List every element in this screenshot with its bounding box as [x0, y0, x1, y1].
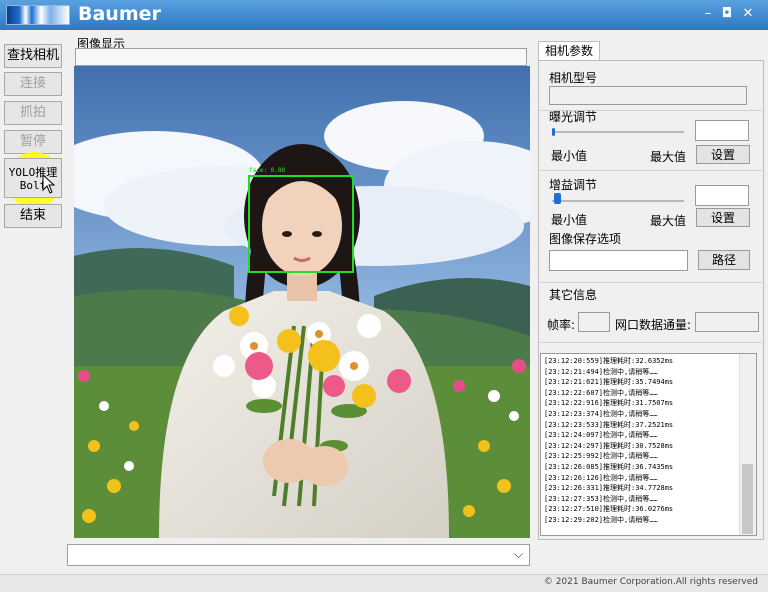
- image-select-combo[interactable]: ⌵: [67, 544, 530, 566]
- log-scrollbar[interactable]: [739, 354, 756, 535]
- exposure-title: 曝光调节: [549, 110, 598, 124]
- face-detection-label: face: 0.88: [249, 167, 286, 174]
- log-line: [23:12:22:916]推理耗时:31.7507ms: [544, 399, 674, 408]
- log-line: [23:12:23:533]推理耗时:37.2521ms: [544, 420, 674, 429]
- save-options-title: 图像保存选项: [549, 232, 622, 246]
- log-line: [23:12:22:607]检测中,请稍等……: [544, 388, 658, 397]
- log-line: [23:12:21:621]推理耗时:35.7494ms: [544, 378, 674, 387]
- log-line: [23:12:27:510]推理耗时:36.0276ms: [544, 505, 674, 514]
- chevron-down-icon: ⌵: [513, 547, 523, 561]
- connect-button[interactable]: 连接: [4, 72, 62, 96]
- close-button[interactable]: ✕: [740, 6, 756, 22]
- log-line: [23:12:29:202]检测中,请稍等……: [544, 515, 658, 524]
- end-button[interactable]: 结束: [4, 204, 62, 228]
- log-line: [23:12:26:126]检测中,请稍等……: [544, 473, 658, 482]
- log-list[interactable]: [23:12:20:559]推理耗时:32.6352ms [23:12:21:49…: [540, 353, 757, 536]
- fps-field: [578, 312, 610, 332]
- other-info-title: 其它信息: [549, 288, 598, 302]
- mouse-cursor-icon: [42, 174, 56, 194]
- log-line: [23:12:27:353]检测中,请稍等……: [544, 494, 658, 503]
- pause-button[interactable]: 暂停: [4, 130, 62, 154]
- gain-min-label: 最小值: [551, 213, 588, 227]
- gain-max-label: 最大值: [650, 214, 687, 228]
- log-line: [23:12:20:559]推理耗时:32.6352ms: [544, 357, 674, 365]
- fps-label: 帧率:: [547, 318, 576, 332]
- bandwidth-field: [695, 312, 759, 332]
- gain-set-button[interactable]: 设置: [696, 208, 750, 227]
- log-line: [23:12:25:992]检测中,请稍等……: [544, 452, 658, 461]
- gain-slider[interactable]: [552, 200, 684, 202]
- exposure-set-button[interactable]: 设置: [696, 145, 750, 164]
- maximize-button[interactable]: ◘: [719, 6, 735, 22]
- log-line: [23:12:24:097]检测中,请稍等……: [544, 431, 658, 440]
- path-button[interactable]: 路径: [698, 250, 750, 270]
- log-lines: [23:12:20:559]推理耗时:32.6352ms [23:12:21:49…: [544, 356, 739, 526]
- divider: [540, 282, 762, 283]
- camera-scene: face: 0.88: [74, 66, 530, 538]
- log-scrollbar-thumb[interactable]: [742, 464, 753, 534]
- divider: [540, 170, 762, 171]
- camera-image: face: 0.88: [74, 66, 530, 538]
- image-top-bar: [75, 48, 527, 66]
- log-line: [23:12:23:374]检测中,请稍等……: [544, 409, 658, 418]
- log-line: [23:12:26:085]推理耗时:36.7435ms: [544, 462, 674, 471]
- gain-title: 增益调节: [549, 178, 598, 192]
- bandwidth-label: 网口数据通量:: [615, 318, 692, 332]
- copyright-text: © 2021 Baumer Corporation.All rights res…: [543, 577, 758, 587]
- save-path-input[interactable]: [549, 250, 688, 271]
- gain-input[interactable]: [695, 185, 749, 206]
- exposure-slider-thumb[interactable]: [552, 128, 555, 136]
- exposure-max-label: 最大值: [650, 150, 687, 164]
- minimize-button[interactable]: –: [700, 6, 716, 22]
- window-title: Baumer: [78, 3, 161, 25]
- snap-button[interactable]: 抓拍: [4, 101, 62, 125]
- log-line: [23:12:26:331]推理耗时:34.7728ms: [544, 484, 674, 493]
- log-line: [23:12:21:494]检测中,请稍等……: [544, 367, 658, 376]
- find-camera-button[interactable]: 查找相机: [4, 44, 62, 68]
- model-label: 相机型号: [549, 71, 598, 85]
- divider: [540, 342, 762, 343]
- gain-slider-thumb[interactable]: [554, 193, 561, 204]
- exposure-min-label: 最小值: [551, 149, 588, 163]
- baumer-logo: [6, 5, 70, 25]
- exposure-slider[interactable]: [552, 131, 684, 133]
- exposure-input[interactable]: [695, 120, 749, 141]
- model-field: [549, 86, 747, 105]
- tab-camera-params[interactable]: 相机参数: [538, 41, 600, 61]
- log-line: [23:12:24:297]推理耗时:30.7528ms: [544, 441, 674, 450]
